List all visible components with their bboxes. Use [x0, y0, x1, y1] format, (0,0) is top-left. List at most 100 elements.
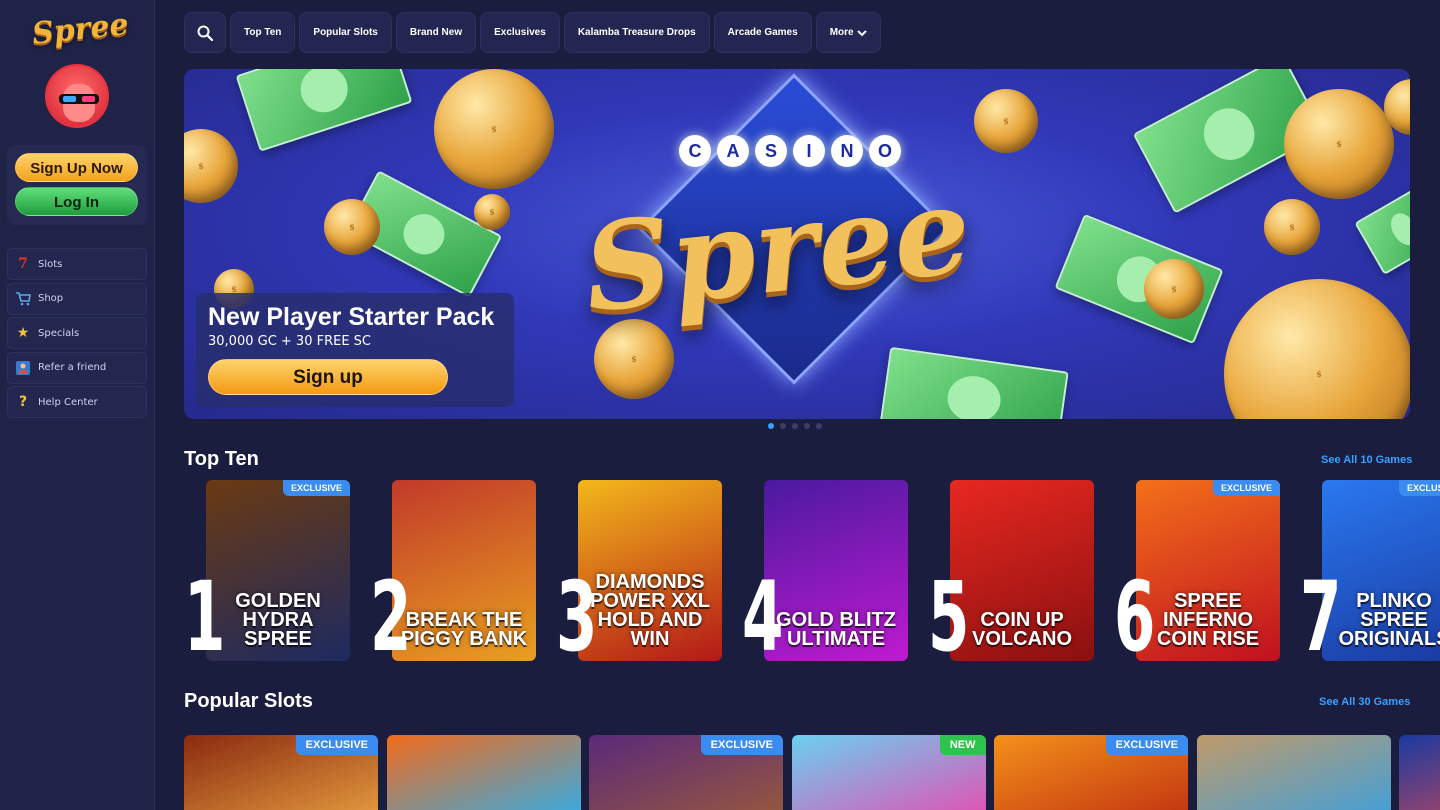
tab-more[interactable]: More [815, 12, 881, 53]
exclusive-badge: EXCLUSIVE [1398, 480, 1440, 496]
chevron-down-icon [856, 29, 867, 36]
game-card[interactable]: EXCLUSIVE [184, 735, 378, 810]
search-button[interactable] [184, 12, 226, 53]
gold-coin-decoration [434, 69, 554, 189]
game-card[interactable] [386, 735, 581, 810]
logo-text: Spree [30, 7, 131, 52]
sidebar-item-specials[interactable]: ★ Specials [7, 317, 147, 349]
new-badge: NEW [939, 735, 986, 755]
rank-number: 6 [1114, 561, 1156, 665]
tab-brand-new[interactable]: Brand New [395, 12, 477, 53]
gold-coin-decoration [1224, 279, 1410, 419]
game-title: GOLDEN HYDRA SPREE [235, 590, 321, 650]
exclusive-badge: EXCLUSIVE [282, 480, 350, 496]
money-bill-decoration [235, 69, 413, 152]
casino-letters: C A S I N O [679, 135, 901, 167]
star-icon: ★ [16, 325, 30, 341]
exclusive-badge: EXCLUSIVE [295, 735, 378, 755]
game-title: GOLD BLITZ ULTIMATE [776, 609, 896, 650]
carousel-dot[interactable] [768, 423, 774, 429]
rank-number: 3 [556, 561, 598, 665]
auth-panel: Sign Up Now Log In [7, 145, 147, 225]
search-icon [197, 25, 213, 41]
sidebar-item-label: Refer a friend [38, 362, 107, 373]
game-card[interactable]: EXCLUSIVE [589, 735, 783, 810]
sidebar-item-refer[interactable]: Refer a friend [7, 351, 147, 384]
game-card[interactable] [1196, 735, 1391, 810]
casino-spree-logo: C A S I N O Spree [574, 73, 1014, 389]
log-in-button[interactable]: Log In [15, 187, 138, 216]
sidebar-item-help[interactable]: ? Help Center [7, 386, 147, 418]
rank-number: 7 [1300, 561, 1342, 665]
rank-number: 5 [928, 561, 970, 665]
sidebar: Spree Sign Up Now Log In 7 Slots Shop ★ … [0, 0, 155, 810]
carousel-dots [768, 423, 822, 429]
gold-coin-decoration [1284, 89, 1394, 199]
rank-number: 4 [742, 561, 784, 665]
popular-slots-row: EXCLUSIVE EXCLUSIVE NEW EXCLUSIVE [184, 735, 1440, 810]
top-ten-item[interactable]: BREAK THE PIGGY BANK 2 [370, 480, 556, 665]
top-ten-item[interactable]: PLINKO SPREE ORIGINALSEXCLUSIVE7 [1300, 480, 1440, 665]
sidebar-item-slots[interactable]: 7 Slots [7, 248, 147, 280]
top-ten-item[interactable]: GOLD BLITZ ULTIMATE 4 [742, 480, 928, 665]
top-ten-item[interactable]: COIN UP VOLCANO 5 [928, 480, 1114, 665]
game-card[interactable] [1399, 735, 1440, 810]
category-tabs: Top Ten Popular Slots Brand New Exclusiv… [184, 12, 881, 54]
game-card[interactable]: NEW [791, 735, 986, 810]
sidebar-item-label: Shop [38, 293, 64, 304]
game-title: BREAK THE PIGGY BANK [400, 609, 528, 650]
sidebar-item-label: Slots [38, 258, 63, 270]
sidebar-nav: 7 Slots Shop ★ Specials Refer a friend ?… [7, 248, 147, 421]
game-card[interactable]: GOLD BLITZ ULTIMATE [764, 480, 908, 661]
rank-number: 2 [370, 561, 412, 665]
popular-slots-heading: Popular Slots [184, 690, 313, 712]
carousel-dot[interactable] [804, 423, 810, 429]
carousel-dot[interactable] [816, 423, 822, 429]
see-all-popular-slots-link[interactable]: See All 30 Games [1319, 696, 1410, 708]
game-card[interactable]: COIN UP VOLCANO [950, 480, 1094, 661]
tab-kalamba-treasure-drops[interactable]: Kalamba Treasure Drops [563, 12, 710, 53]
avatar[interactable] [45, 64, 109, 128]
game-card[interactable]: DIAMONDS POWER XXL HOLD AND WIN [578, 480, 722, 661]
sidebar-item-label: Help Center [38, 396, 98, 408]
sign-up-button[interactable]: Sign Up Now [15, 153, 138, 182]
exclusive-badge: EXCLUSIVE [1105, 735, 1188, 755]
gold-coin-decoration [474, 194, 510, 230]
promo-card: New Player Starter Pack 30,000 GC + 30 F… [196, 293, 514, 407]
gold-coin-decoration [1264, 199, 1320, 255]
casino-letter: O [869, 135, 901, 167]
top-ten-item[interactable]: GOLDEN HYDRA SPREE EXCLUSIVE 1 [184, 480, 370, 665]
game-title: COIN UP VOLCANO [972, 609, 1072, 650]
see-all-top-ten-link[interactable]: See All 10 Games [1321, 454, 1412, 466]
casino-letter: S [755, 135, 787, 167]
tab-arcade-games[interactable]: Arcade Games [713, 12, 812, 53]
tab-exclusives[interactable]: Exclusives [480, 12, 560, 53]
casino-letter: I [793, 135, 825, 167]
game-card[interactable]: EXCLUSIVE [994, 735, 1188, 810]
tab-popular-slots[interactable]: Popular Slots [299, 12, 392, 53]
sidebar-item-shop[interactable]: Shop [7, 282, 147, 315]
promo-title: New Player Starter Pack [208, 303, 495, 331]
game-card[interactable]: GOLDEN HYDRA SPREE EXCLUSIVE [206, 480, 350, 661]
top-ten-item[interactable]: DIAMONDS POWER XXL HOLD AND WIN 3 [556, 480, 742, 665]
exclusive-badge: EXCLUSIVE [700, 735, 783, 755]
hero-banner[interactable]: C A S I N O Spree New Player Starter Pac… [184, 69, 1410, 419]
carousel-dot[interactable] [780, 423, 786, 429]
tab-top-ten[interactable]: Top Ten [230, 12, 296, 53]
game-card[interactable]: SPREE INFERNO COIN RISE EXCLUSIVE [1136, 480, 1280, 661]
casino-letter: C [679, 135, 711, 167]
top-ten-row: GOLDEN HYDRA SPREE EXCLUSIVE 1 BREAK THE PI… [184, 480, 1440, 665]
tab-more-label: More [829, 27, 854, 38]
game-card[interactable]: BREAK THE PIGGY BANK [392, 480, 536, 661]
carousel-dot[interactable] [792, 423, 798, 429]
sunglasses-icon [59, 94, 99, 104]
casino-letter: A [717, 135, 749, 167]
sidebar-item-label: Specials [38, 327, 80, 339]
brand-logo[interactable]: Spree [30, 7, 130, 52]
game-title: DIAMONDS POWER XXL HOLD AND WIN [589, 571, 710, 650]
top-ten-item[interactable]: SPREE INFERNO COIN RISE EXCLUSIVE 6 [1114, 480, 1300, 665]
promo-sign-up-button[interactable]: Sign up [208, 359, 448, 395]
promo-subtitle: 30,000 GC + 30 FREE SC [208, 334, 372, 349]
top-ten-heading: Top Ten [184, 448, 259, 470]
friend-icon [14, 359, 32, 377]
